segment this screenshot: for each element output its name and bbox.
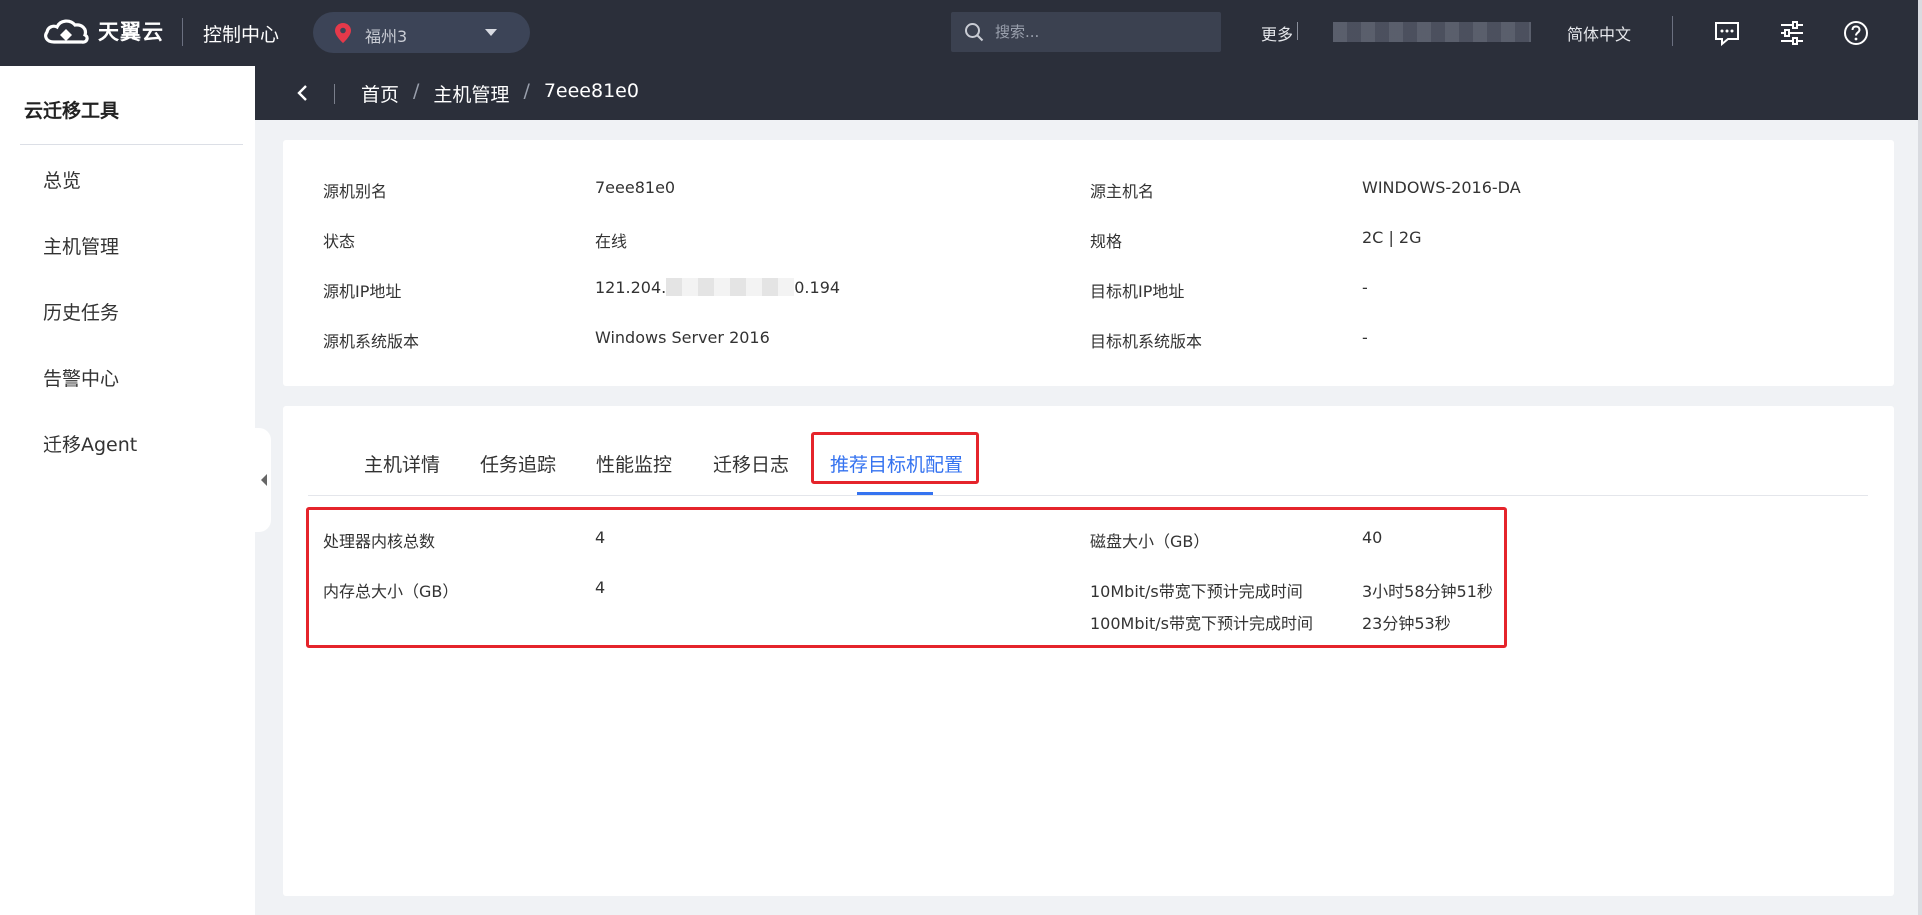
cpu-cores-label: 处理器内核总数: [323, 532, 436, 551]
host-info-card: 源机别名 7eee81e0 源主机名 WINDOWS-2016-DA 状态 在线…: [283, 140, 1894, 386]
detail-tabs-card: 主机详情 任务追踪 性能监控 迁移日志 推荐目标机配置 处理器内核总数 4 磁盘…: [283, 406, 1894, 896]
divider: [334, 84, 335, 104]
source-ip-suffix: 0.194: [794, 278, 841, 297]
global-search[interactable]: [951, 12, 1221, 52]
scrollbar[interactable]: [1918, 0, 1922, 915]
tab-task-tracking[interactable]: 任务追踪: [480, 450, 556, 477]
hostname-value: WINDOWS-2016-DA: [1362, 178, 1521, 197]
alias-label: 源机别名: [323, 182, 388, 201]
divider: [1672, 16, 1673, 46]
chevron-left-icon: [261, 474, 267, 486]
disk-size-label: 磁盘大小（GB）: [1090, 532, 1210, 551]
source-os-value: Windows Server 2016: [595, 328, 770, 347]
highlight-box-content: [306, 507, 1507, 648]
sidebar: 云迁移工具 总览 主机管理 历史任务 告警中心 迁移Agent: [0, 66, 255, 915]
time-100mbit-label: 100Mbit/s带宽下预计完成时间: [1090, 614, 1313, 633]
target-os-value: -: [1362, 328, 1368, 347]
time-10mbit-label: 10Mbit/s带宽下预计完成时间: [1090, 582, 1303, 601]
breadcrumb-current: 7eee81e0: [543, 80, 639, 102]
sidebar-item-overview[interactable]: 总览: [43, 166, 81, 193]
cpu-cores-value: 4: [595, 528, 606, 547]
time-100mbit-value: 23分钟53秒: [1362, 614, 1451, 633]
region-selector[interactable]: 福州3: [313, 12, 530, 53]
divider: [20, 144, 243, 145]
help-icon[interactable]: [1842, 19, 1870, 47]
breadcrumb-separator: /: [413, 80, 420, 102]
tab-performance-monitoring[interactable]: 性能监控: [596, 450, 672, 477]
spec-value: 2C | 2G: [1362, 228, 1422, 247]
breadcrumb-separator: /: [523, 80, 530, 102]
chevron-down-icon: [485, 29, 497, 36]
tab-migration-log[interactable]: 迁移日志: [713, 450, 789, 477]
masked-ip-segment: [666, 278, 795, 296]
tab-host-details[interactable]: 主机详情: [364, 450, 440, 477]
target-ip-label: 目标机IP地址: [1090, 282, 1185, 301]
memory-size-label: 内存总大小（GB）: [323, 582, 459, 601]
source-ip-prefix: 121.204.: [595, 278, 667, 297]
more-menu[interactable]: 更多: [1261, 21, 1293, 45]
message-icon[interactable]: [1713, 19, 1741, 47]
breadcrumb-bar: 首页 / 主机管理 / 7eee81e0: [255, 66, 1922, 120]
status-label: 状态: [323, 232, 356, 251]
search-input[interactable]: [995, 20, 1205, 44]
spec-label: 规格: [1090, 232, 1123, 251]
brand-name: 天翼云: [98, 20, 164, 44]
cloud-logo-icon: [44, 19, 89, 44]
region-label: 福州3: [365, 27, 408, 46]
source-ip-value: 121.204. 0.194: [595, 278, 840, 297]
sidebar-title: 云迁移工具: [24, 100, 120, 122]
highlight-box-tab: [811, 432, 979, 484]
language-selector[interactable]: 简体中文: [1567, 21, 1631, 45]
sidebar-item-migration-agent[interactable]: 迁移Agent: [43, 430, 137, 457]
source-ip-label: 源机IP地址: [323, 282, 402, 301]
sidebar-item-history-tasks[interactable]: 历史任务: [43, 298, 119, 325]
breadcrumb: 首页 / 主机管理 / 7eee81e0: [361, 80, 639, 107]
masked-account-info: [1333, 22, 1531, 42]
alias-value: 7eee81e0: [595, 178, 676, 197]
target-os-label: 目标机系统版本: [1090, 332, 1203, 351]
tab-divider: [308, 495, 1868, 496]
back-arrow-icon[interactable]: [293, 83, 313, 103]
console-title[interactable]: 控制中心: [203, 20, 279, 47]
disk-size-value: 40: [1362, 528, 1383, 547]
location-pin-icon: [335, 23, 351, 43]
status-value: 在线: [595, 232, 628, 251]
target-ip-value: -: [1362, 278, 1368, 297]
sidebar-item-host-management[interactable]: 主机管理: [43, 232, 119, 259]
settings-sliders-icon[interactable]: [1778, 19, 1806, 47]
divider: [1297, 22, 1298, 40]
brand-logo[interactable]: 天翼云: [40, 13, 164, 49]
time-10mbit-value: 3小时58分钟51秒: [1362, 582, 1493, 601]
search-icon: [965, 23, 984, 42]
source-os-label: 源机系统版本: [323, 332, 420, 351]
hostname-label: 源主机名: [1090, 182, 1155, 201]
logo-divider: [182, 18, 183, 46]
breadcrumb-home[interactable]: 首页: [361, 80, 399, 107]
tab-bar: 主机详情 任务追踪 性能监控 迁移日志 推荐目标机配置: [283, 406, 1894, 496]
sidebar-collapse-toggle[interactable]: [255, 428, 271, 532]
breadcrumb-host-management[interactable]: 主机管理: [433, 80, 509, 107]
sidebar-item-alert-center[interactable]: 告警中心: [43, 364, 119, 391]
memory-size-value: 4: [595, 578, 606, 597]
top-navigation-bar: 天翼云 控制中心 福州3 更多 简体中文: [0, 0, 1922, 66]
